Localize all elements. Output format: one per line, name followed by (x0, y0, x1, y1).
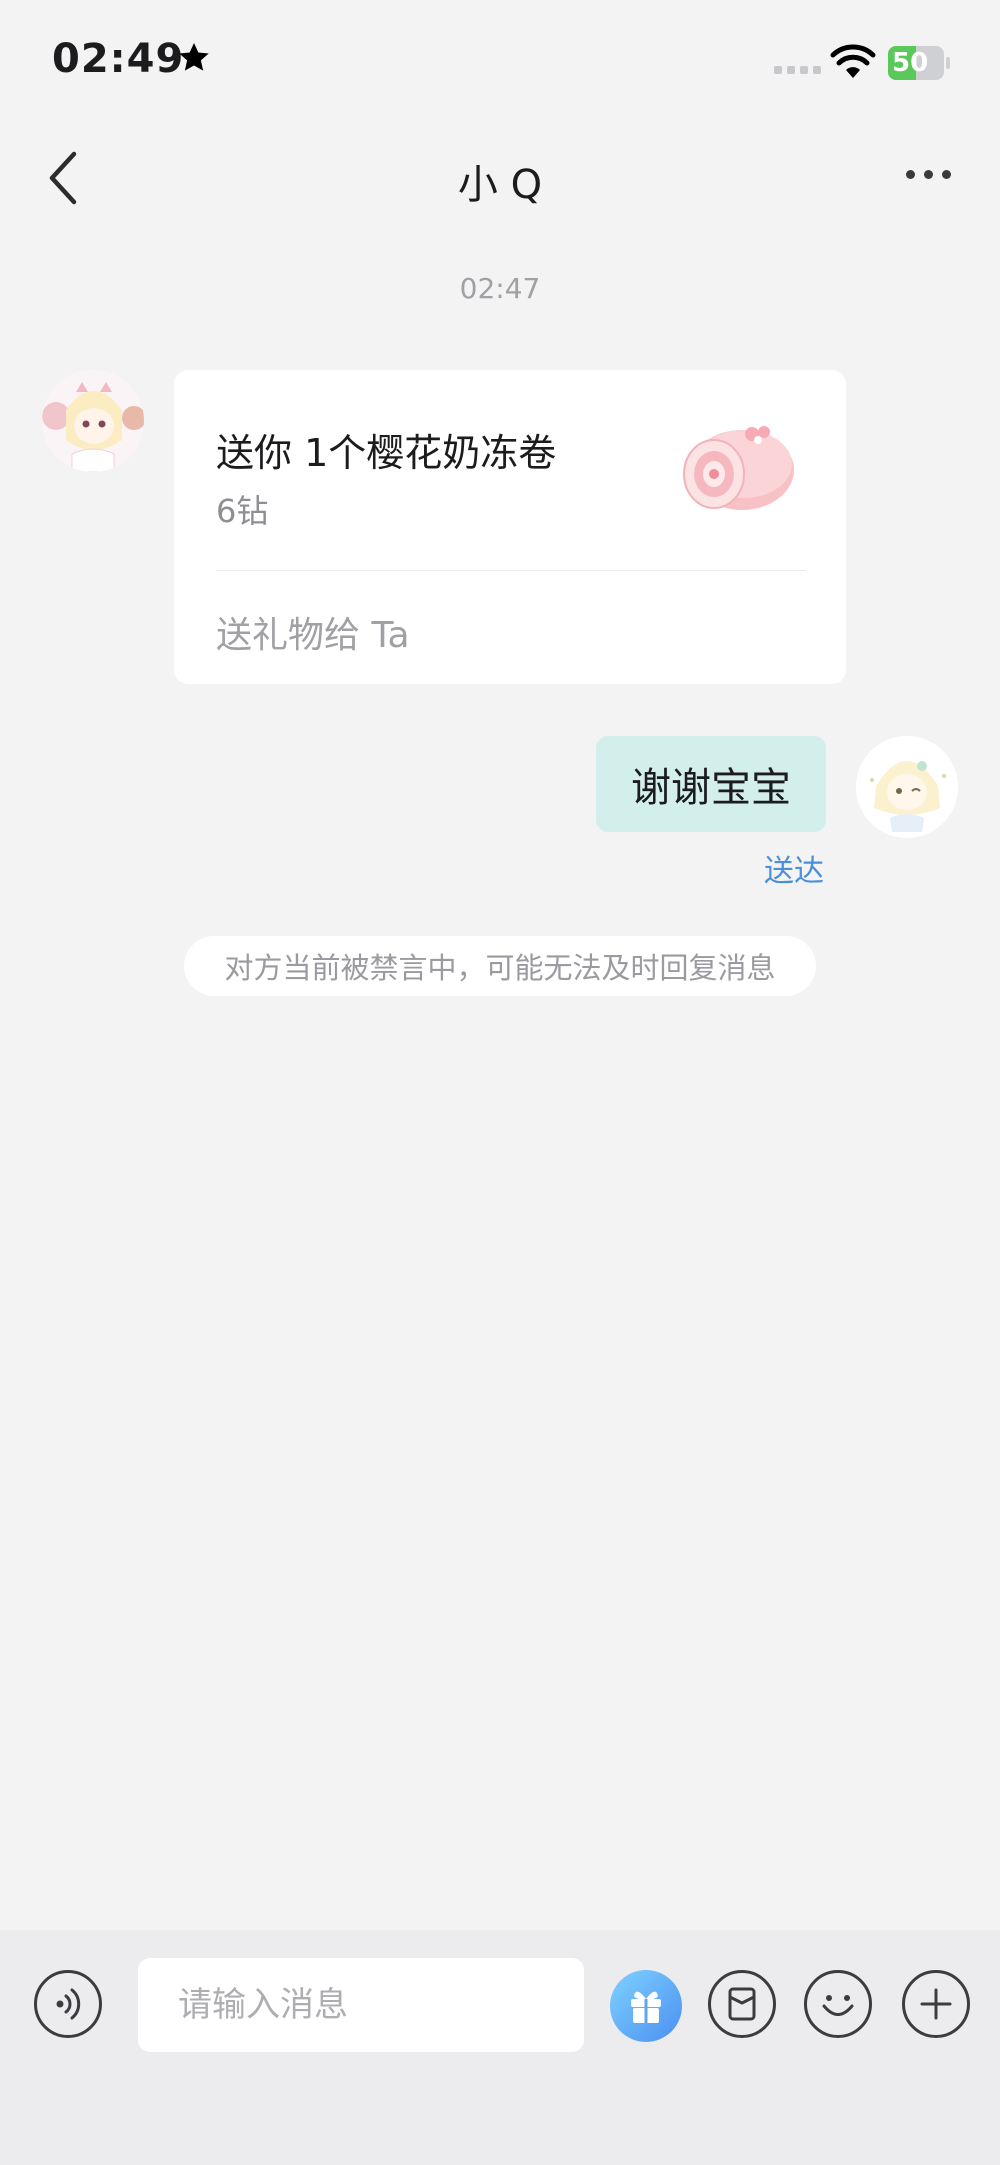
message-input[interactable] (138, 1958, 584, 2052)
message-timestamp: 02:47 (459, 272, 541, 305)
my-message-bubble[interactable]: 谢谢宝宝 (596, 736, 826, 832)
gift-price: 6钻 (216, 492, 269, 530)
wifi-icon (830, 44, 876, 78)
gift-title: 送你 1个樱花奶冻卷 (216, 431, 557, 475)
status-time: 02:49 (52, 36, 185, 82)
divider (216, 570, 806, 571)
card-button[interactable] (708, 1970, 776, 2038)
signal-icon (774, 66, 821, 74)
gift-icon (631, 1991, 661, 2023)
gift-button[interactable] (610, 1970, 682, 2042)
plus-icon (920, 1988, 952, 2020)
star-icon (179, 43, 209, 71)
my-avatar[interactable] (856, 736, 958, 838)
voice-button[interactable] (34, 1970, 102, 2038)
more-horizontal-icon[interactable] (906, 170, 951, 179)
system-notice: 对方当前被禁言中，可能无法及时回复消息 (184, 936, 816, 996)
battery-charging-icon: 50 (888, 46, 950, 80)
plus-button[interactable] (902, 1970, 970, 2038)
emoji-button[interactable] (804, 1970, 872, 2038)
emoji-icon (822, 1995, 854, 2016)
sakura-roll-cake-image (683, 426, 794, 510)
message-status: 送达 (764, 854, 824, 889)
gift-message-card[interactable]: 送你 1个樱花奶冻卷 6钻 送礼物给 Ta (174, 370, 846, 684)
card-icon (728, 1987, 756, 2021)
send-gift-link[interactable]: 送礼物给 Ta (216, 606, 410, 658)
page-title: 小 Q (457, 162, 543, 208)
avatar[interactable] (42, 370, 144, 472)
battery-level: 50 (892, 48, 929, 78)
voice-icon (56, 1988, 81, 2020)
